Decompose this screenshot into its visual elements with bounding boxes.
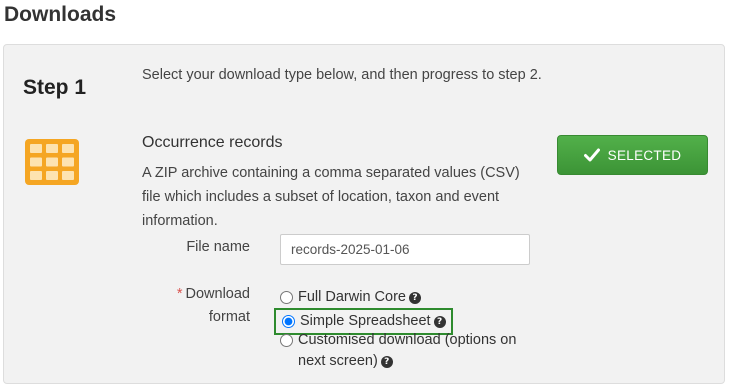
full-darwin-core-radio[interactable] <box>280 291 293 304</box>
question-circle-icon[interactable]: ? <box>408 292 421 304</box>
download-format-label-line2: format <box>208 309 250 325</box>
download-format-label: * Download format <box>177 283 250 329</box>
download-step-panel: Step 1 Select your download type below, … <box>3 44 725 384</box>
customised-download-radio[interactable] <box>280 334 293 347</box>
question-circle-icon[interactable]: ? <box>380 356 393 368</box>
selected-button[interactable]: SELECTED <box>557 135 708 175</box>
table-grid-icon <box>25 139 79 185</box>
step-description: Select your download type below, and the… <box>142 67 542 83</box>
checkmark-icon <box>583 148 600 162</box>
question-circle-icon[interactable]: ? <box>433 316 446 328</box>
required-marker: * <box>176 286 183 302</box>
page-title: Downloads <box>4 3 117 26</box>
file-name-input[interactable] <box>280 234 530 265</box>
simple-spreadsheet-label: Simple Spreadsheet <box>300 313 431 329</box>
file-name-label: File name <box>186 239 250 255</box>
full-darwin-core-label: Full Darwin Core <box>298 289 406 305</box>
step-label: Step 1 <box>23 76 87 99</box>
selected-button-label: SELECTED <box>607 147 682 163</box>
format-option-customised-download[interactable]: Customised download (options on next scr… <box>280 330 540 372</box>
occurrence-records-title: Occurrence records <box>142 134 283 151</box>
download-format-label-line1: Download <box>185 286 251 302</box>
customised-download-label: Customised download (options on next scr… <box>298 332 517 369</box>
format-option-full-darwin-core[interactable]: Full Darwin Core? <box>280 287 421 308</box>
occurrence-records-description: A ZIP archive containing a comma separat… <box>142 165 520 229</box>
simple-spreadsheet-radio[interactable] <box>282 315 295 328</box>
